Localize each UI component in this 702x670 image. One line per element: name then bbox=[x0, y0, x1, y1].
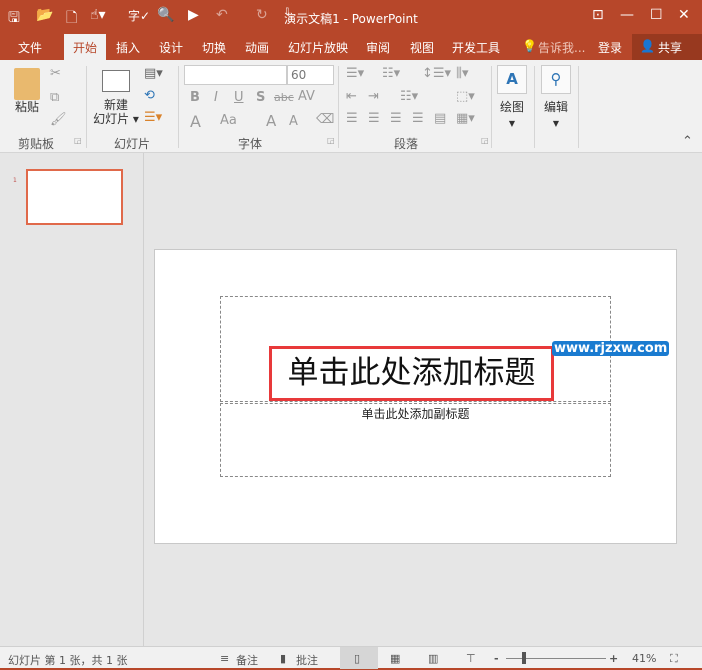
align-center-icon[interactable]: ☰ bbox=[368, 111, 380, 126]
tab-developer[interactable]: 开发工具 bbox=[452, 39, 500, 56]
ribbon-tabs: 文件 开始 插入 设计 切换 动画 幻灯片放映 审阅 视图 开发工具 💡 告诉我… bbox=[0, 34, 702, 60]
align-right-icon[interactable]: ☰ bbox=[390, 111, 402, 126]
zoom-slider-thumb[interactable] bbox=[522, 652, 526, 664]
fit-to-window-icon[interactable]: ⛶ bbox=[670, 652, 678, 666]
new-slide-button[interactable]: 新建 幻灯片 ▾ bbox=[92, 98, 140, 126]
maximize-icon[interactable]: ☐ bbox=[650, 7, 663, 23]
editing-button[interactable]: 编辑 ▼ bbox=[538, 98, 574, 129]
slideshow-icon[interactable]: ⊤ bbox=[466, 652, 476, 665]
decrease-indent-icon[interactable]: ⇤ bbox=[346, 89, 357, 104]
clipboard-group-label: 剪贴板 bbox=[18, 137, 55, 151]
watermark: www.rjzxw.com bbox=[552, 341, 670, 356]
comments-button[interactable]: 批注 bbox=[296, 652, 318, 668]
paragraph-launcher-icon[interactable]: ◲ bbox=[481, 136, 489, 145]
slide-info: 幻灯片 第 1 张，共 1 张 bbox=[8, 654, 128, 667]
thumb-number: 1 bbox=[13, 177, 17, 184]
tab-design[interactable]: 设计 bbox=[159, 39, 183, 56]
zoom-out-button[interactable]: - bbox=[494, 652, 499, 665]
paste-button[interactable]: 粘贴 bbox=[10, 98, 44, 115]
new-slide-label-2: 幻灯片 bbox=[93, 112, 130, 126]
clear-formatting-icon[interactable]: ⌫ bbox=[316, 112, 334, 127]
tab-view[interactable]: 视图 bbox=[410, 39, 434, 56]
cut-icon[interactable]: ✂ bbox=[50, 66, 61, 81]
thumbnail-pane: 1 bbox=[0, 153, 144, 646]
italic-button[interactable]: I bbox=[214, 90, 218, 105]
slides-group-label: 幻灯片 bbox=[114, 137, 151, 151]
title-bar: 🖫 📂 🗋 ☝▾ 字✓ 🔍 ▶ ↶ ↻ ⇩ 演示文稿1 - PowerPoint… bbox=[0, 0, 702, 34]
search-icon: ⚲ bbox=[541, 65, 571, 94]
layout-icon[interactable]: ▤▾ bbox=[144, 66, 163, 81]
drawing-icon: A bbox=[497, 65, 527, 94]
text-direction-icon[interactable]: ⫼▾ bbox=[456, 66, 469, 81]
font-launcher-icon[interactable]: ◲ bbox=[327, 136, 335, 145]
tab-animations[interactable]: 动画 bbox=[245, 39, 269, 56]
numbering-icon[interactable]: ☷▾ bbox=[382, 66, 400, 81]
status-bar: 幻灯片 第 1 张，共 1 张 ≡ 备注 ▮ 批注 ▯ ▦ ▥ ⊤ - + 41… bbox=[0, 646, 702, 670]
user-add-icon: 👤 bbox=[640, 39, 655, 53]
title-placeholder-text[interactable]: 单击此处添加标题 bbox=[269, 346, 554, 401]
font-color-button[interactable]: A bbox=[190, 112, 201, 131]
share-button[interactable]: 👤 共享 bbox=[632, 34, 702, 60]
notes-icon: ≡ bbox=[220, 652, 230, 665]
bullets-icon[interactable]: ☰▾ bbox=[346, 66, 364, 81]
smartart-icon[interactable]: ▦▾ bbox=[456, 111, 475, 126]
shadow-button[interactable]: S bbox=[256, 90, 265, 105]
grow-font-button[interactable]: A bbox=[266, 112, 276, 130]
ribbon: 粘贴 ✂ ⧉ 🖌 剪贴板 ◲ 新建 幻灯片 ▾ ▤▾ ⟲ ☰▾ 幻灯片 60 B … bbox=[0, 60, 702, 153]
format-painter-icon[interactable]: 🖌 bbox=[50, 112, 67, 127]
scrollbar[interactable] bbox=[690, 153, 702, 646]
tab-transitions[interactable]: 切换 bbox=[202, 39, 226, 56]
zoom-level[interactable]: 41% bbox=[632, 652, 656, 665]
paragraph-group-label: 段落 bbox=[394, 137, 419, 151]
increase-indent-icon[interactable]: ⇥ bbox=[368, 89, 379, 104]
collapse-ribbon-icon[interactable]: ⌃ bbox=[682, 134, 693, 149]
tab-slideshow[interactable]: 幻灯片放映 bbox=[288, 39, 348, 56]
copy-icon[interactable]: ⧉ bbox=[50, 90, 59, 105]
bold-button[interactable]: B bbox=[190, 90, 200, 105]
normal-view-icon: ▯ bbox=[354, 652, 361, 665]
font-name-dropdown[interactable] bbox=[184, 65, 287, 85]
paste-icon bbox=[14, 68, 40, 100]
underline-button[interactable]: U bbox=[234, 90, 244, 105]
reading-view-icon[interactable]: ▥ bbox=[428, 652, 438, 665]
distributed-icon[interactable]: ▤ bbox=[434, 111, 446, 126]
notes-button[interactable]: 备注 bbox=[236, 652, 258, 668]
tab-review[interactable]: 审阅 bbox=[366, 39, 390, 56]
char-spacing-button[interactable]: AV bbox=[298, 89, 315, 104]
new-slide-label-1: 新建 bbox=[103, 98, 128, 112]
columns-icon[interactable]: ☷▾ bbox=[400, 89, 418, 104]
justify-icon[interactable]: ☰ bbox=[412, 111, 424, 126]
minimize-icon[interactable]: — bbox=[620, 7, 634, 23]
login-link[interactable]: 登录 bbox=[598, 39, 622, 56]
editing-label: 编辑 bbox=[543, 100, 568, 114]
align-left-icon[interactable]: ☰ bbox=[346, 111, 358, 126]
change-case-button[interactable]: Aa bbox=[220, 113, 237, 128]
tell-me-input[interactable]: 告诉我... bbox=[538, 39, 585, 56]
tab-home[interactable]: 开始 bbox=[64, 34, 107, 60]
clipboard-launcher-icon[interactable]: ◲ bbox=[74, 136, 82, 145]
slide-sorter-icon[interactable]: ▦ bbox=[390, 652, 400, 665]
new-slide-icon bbox=[102, 70, 130, 92]
tab-file[interactable]: 文件 bbox=[18, 39, 42, 56]
slide-thumbnail[interactable] bbox=[26, 169, 123, 225]
section-icon[interactable]: ☰▾ bbox=[144, 110, 162, 125]
drawing-label: 绘图 bbox=[499, 100, 524, 114]
tab-insert[interactable]: 插入 bbox=[116, 39, 140, 56]
zoom-in-button[interactable]: + bbox=[609, 652, 618, 665]
font-size-dropdown[interactable]: 60 bbox=[287, 65, 334, 85]
reset-icon[interactable]: ⟲ bbox=[144, 88, 155, 103]
share-label: 共享 bbox=[658, 41, 683, 55]
align-text-icon[interactable]: ⬚▾ bbox=[456, 89, 475, 104]
font-group-label: 字体 bbox=[238, 137, 263, 151]
zoom-slider[interactable] bbox=[506, 658, 606, 659]
close-icon[interactable]: ✕ bbox=[678, 7, 690, 23]
lightbulb-icon: 💡 bbox=[522, 39, 537, 53]
ribbon-display-options-icon[interactable]: ⊡ bbox=[592, 7, 604, 23]
shrink-font-button[interactable]: A bbox=[289, 114, 298, 129]
comment-icon: ▮ bbox=[280, 652, 287, 665]
subtitle-placeholder[interactable]: 单击此处添加副标题 bbox=[220, 403, 611, 477]
drawing-button[interactable]: 绘图 ▼ bbox=[494, 98, 530, 129]
strikethrough-button[interactable]: abc bbox=[274, 91, 294, 104]
line-spacing-icon[interactable]: ↕☰▾ bbox=[422, 66, 451, 81]
